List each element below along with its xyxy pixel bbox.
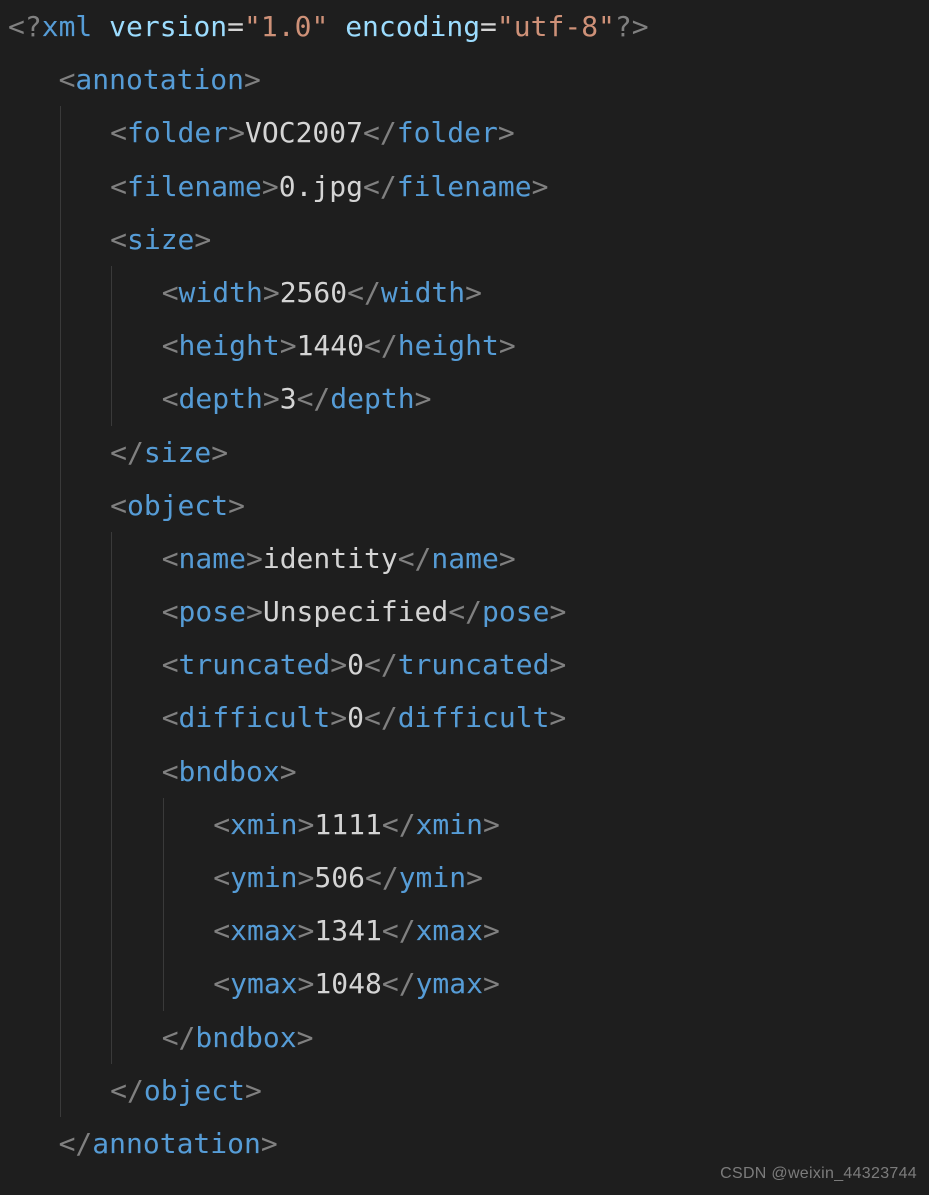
code-editor: <?xml version="1.0" encoding="utf-8"?> <… [0, 0, 929, 1195]
ymin-element: <ymin>506</ymin> [8, 851, 921, 904]
pose-element: <pose>Unspecified</pose> [8, 585, 921, 638]
folder-value: VOC2007 [245, 116, 363, 149]
filename-value: 0.jpg [279, 170, 363, 203]
object-close: </object> [8, 1064, 921, 1117]
width-element: <width>2560</width> [8, 266, 921, 319]
folder-element: <folder>VOC2007</folder> [8, 106, 921, 159]
name-element: <name>identity</name> [8, 532, 921, 585]
truncated-value: 0 [347, 648, 364, 681]
height-element: <height>1440</height> [8, 319, 921, 372]
size-open: <size> [8, 213, 921, 266]
object-open: <object> [8, 479, 921, 532]
xml-declaration: <?xml version="1.0" encoding="utf-8"?> [8, 0, 921, 53]
depth-value: 3 [280, 382, 297, 415]
filename-element: <filename>0.jpg</filename> [8, 160, 921, 213]
pose-value: Unspecified [263, 595, 448, 628]
xmin-value: 1111 [314, 808, 381, 841]
ymax-value: 1048 [314, 967, 381, 1000]
name-value: identity [263, 542, 398, 575]
bndbox-open: <bndbox> [8, 745, 921, 798]
difficult-value: 0 [347, 701, 364, 734]
xmax-element: <xmax>1341</xmax> [8, 904, 921, 957]
difficult-element: <difficult>0</difficult> [8, 691, 921, 744]
width-value: 2560 [280, 276, 347, 309]
truncated-element: <truncated>0</truncated> [8, 638, 921, 691]
xmax-value: 1341 [314, 914, 381, 947]
bndbox-close: </bndbox> [8, 1011, 921, 1064]
ymin-value: 506 [314, 861, 365, 894]
watermark: CSDN @weixin_44323744 [720, 1159, 917, 1189]
size-close: </size> [8, 426, 921, 479]
ymax-element: <ymax>1048</ymax> [8, 957, 921, 1010]
height-value: 1440 [297, 329, 364, 362]
annotation-open: <annotation> [8, 53, 921, 106]
depth-element: <depth>3</depth> [8, 372, 921, 425]
xmin-element: <xmin>1111</xmin> [8, 798, 921, 851]
